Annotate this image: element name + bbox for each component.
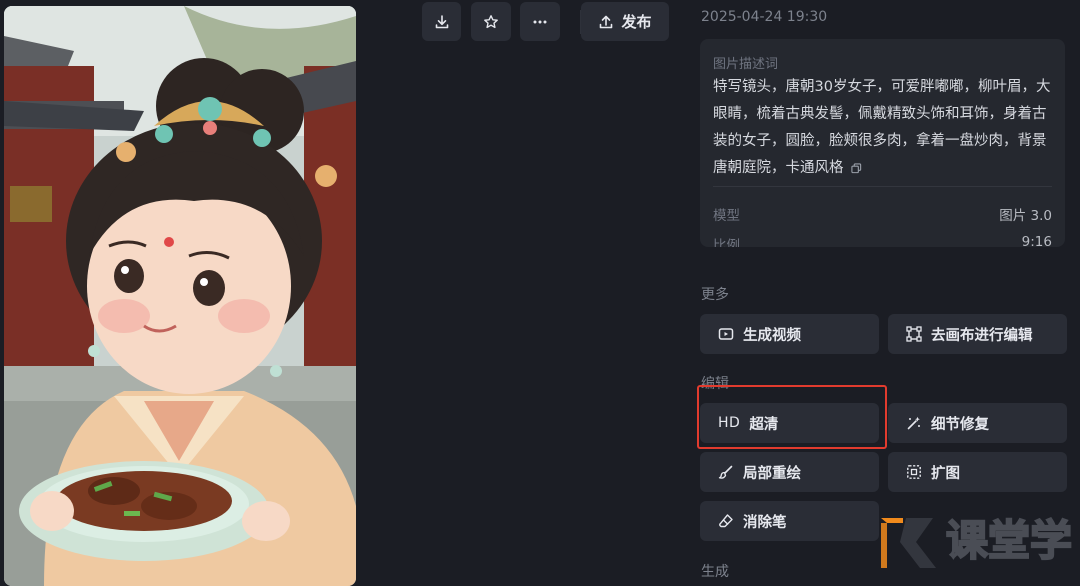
info-row-value: 9:16	[1021, 234, 1052, 247]
upscale-label: 超清	[749, 416, 779, 433]
section-more-label: 更多	[701, 287, 729, 303]
eraser-label: 消除笔	[743, 514, 787, 531]
generated-image[interactable]	[4, 6, 356, 586]
video-icon	[718, 328, 734, 340]
upload-icon	[600, 15, 613, 28]
star-icon	[484, 14, 498, 28]
eraser-icon	[719, 514, 733, 528]
watermark-logo: 课堂学	[881, 515, 1073, 568]
upscale-button[interactable]: HD 超清	[700, 403, 879, 443]
section-generate-label: 生成	[701, 564, 729, 580]
magic-wand-icon	[907, 416, 920, 430]
eraser-button[interactable]: 消除笔	[700, 501, 879, 541]
timestamp: 2025-04-24 19:30	[701, 9, 828, 25]
image-info-panel: 图片描述词 特写镜头，唐朝30岁女子，可爱胖嘟嘟，柳叶眉，大眼睛，梳着古典发髻，…	[700, 39, 1065, 247]
more-icon	[533, 20, 547, 23]
download-button[interactable]	[422, 2, 461, 41]
section-edit-label: 编辑	[701, 376, 729, 392]
generate-video-label: 生成视频	[743, 327, 801, 344]
favorite-button[interactable]	[471, 2, 511, 41]
inpaint-button[interactable]: 局部重绘	[700, 452, 879, 492]
info-row-ratio: 比例 9:16	[713, 234, 1052, 247]
canvas-edit-button[interactable]: 去画布进行编辑	[888, 314, 1067, 354]
generate-video-button[interactable]: 生成视频	[700, 314, 879, 354]
prompt-text: 特写镜头，唐朝30岁女子，可爱胖嘟嘟，柳叶眉，大眼睛，梳着古典发髻，佩戴精致头饰…	[713, 79, 1051, 176]
info-row-value: 图片 3.0	[999, 208, 1052, 224]
panel-divider	[713, 186, 1052, 187]
publish-label: 发布	[621, 13, 652, 31]
generated-image-art	[4, 6, 356, 586]
expand-label: 扩图	[931, 465, 960, 482]
info-row-model: 模型 图片 3.0	[713, 204, 1052, 224]
canvas-icon	[906, 326, 922, 342]
prompt-text-block: 特写镜头，唐朝30岁女子，可爱胖嘟嘟，柳叶眉，大眼睛，梳着古典发髻，佩戴精致头饰…	[713, 74, 1055, 182]
hd-icon: HD	[718, 415, 741, 431]
brush-icon	[718, 465, 733, 479]
inpaint-label: 局部重绘	[743, 465, 801, 482]
copy-icon[interactable]	[851, 162, 862, 174]
detail-fix-label: 细节修复	[931, 416, 989, 433]
canvas-edit-label: 去画布进行编辑	[931, 327, 1033, 344]
prompt-label: 图片描述词	[713, 57, 779, 72]
download-icon	[435, 14, 448, 28]
info-row-key: 比例	[713, 238, 740, 247]
detail-fix-button[interactable]: 细节修复	[888, 403, 1067, 443]
more-button[interactable]	[520, 2, 560, 41]
svg-text:课堂学: 课堂学	[946, 516, 1072, 565]
publish-button[interactable]: 发布	[581, 2, 669, 41]
expand-icon	[907, 465, 921, 479]
expand-button[interactable]: 扩图	[888, 452, 1067, 492]
info-row-key: 模型	[713, 208, 740, 224]
